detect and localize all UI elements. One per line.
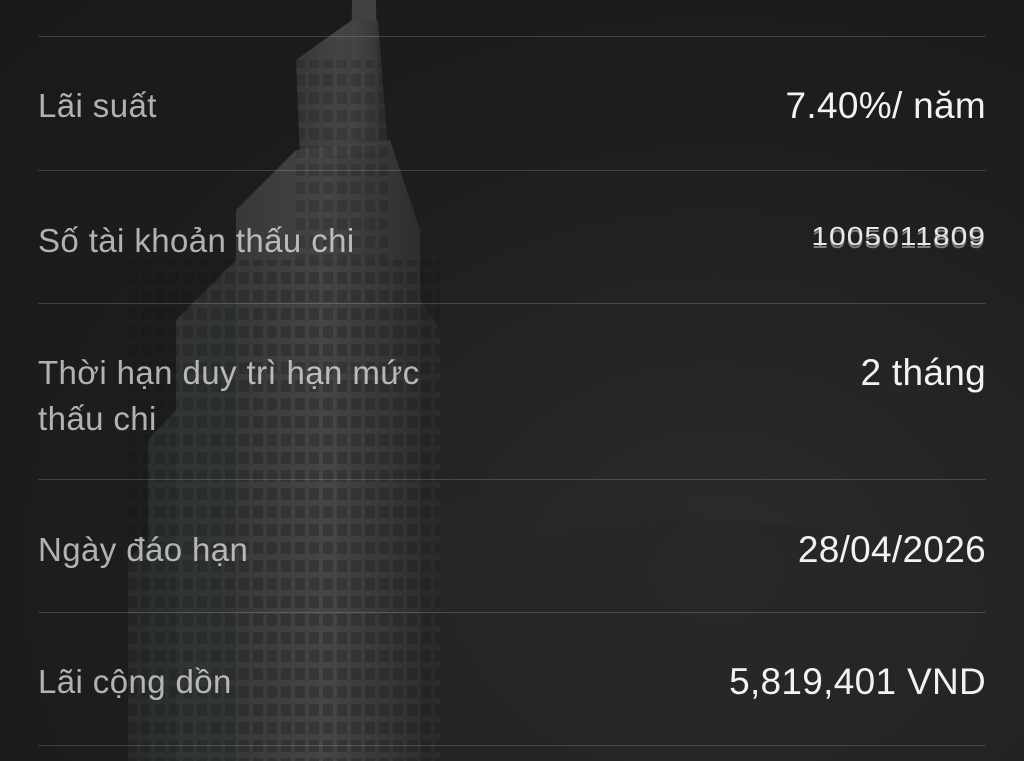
detail-list: Lãi suất 7.40%/ năm Số tài khoản thấu ch… bbox=[38, 36, 986, 746]
maturity-date-label: Ngày đáo hạn bbox=[38, 531, 249, 568]
detail-row-maturity-date: Ngày đáo hạn 28/04/2026 bbox=[38, 480, 986, 612]
interest-rate-value: 7.40%/ năm bbox=[785, 85, 986, 126]
detail-row-interest-rate: Lãi suất 7.40%/ năm bbox=[38, 37, 986, 170]
limit-duration-label: Thời hạn duy trì hạn mức thấu chi bbox=[38, 354, 420, 437]
detail-row-limit-duration: Thời hạn duy trì hạn mức thấu chi 2 thán… bbox=[38, 304, 986, 479]
overdraft-account-label: Số tài khoản thấu chi bbox=[38, 222, 355, 259]
overdraft-account-value[interactable]: 1005011809 bbox=[811, 218, 986, 257]
accrued-interest-label: Lãi cộng dồn bbox=[38, 663, 232, 700]
maturity-date-value: 28/04/2026 bbox=[797, 529, 986, 570]
detail-row-overdraft-account: Số tài khoản thấu chi 1005011809 bbox=[38, 171, 986, 303]
divider bbox=[38, 745, 986, 746]
accrued-interest-value: 5,819,401 VND bbox=[729, 661, 986, 702]
overdraft-detail-screen: Lãi suất 7.40%/ năm Số tài khoản thấu ch… bbox=[0, 0, 1024, 761]
limit-duration-value: 2 tháng bbox=[860, 352, 986, 393]
interest-rate-label: Lãi suất bbox=[38, 87, 157, 124]
detail-row-accrued-interest: Lãi cộng dồn 5,819,401 VND bbox=[38, 613, 986, 745]
